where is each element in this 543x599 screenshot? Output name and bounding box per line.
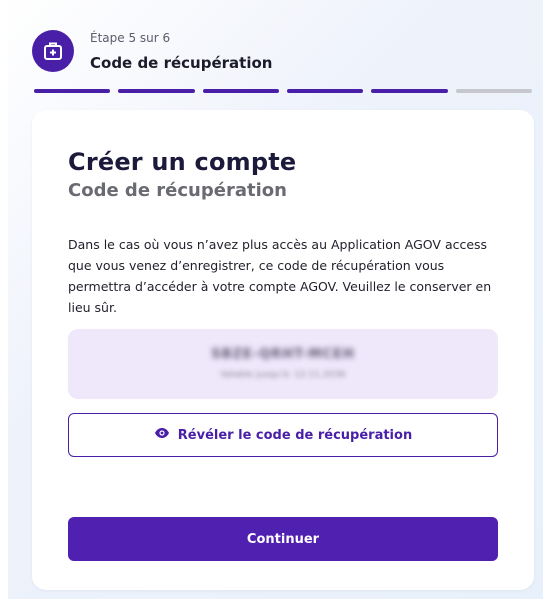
progress-segment <box>118 89 195 93</box>
progress-segment <box>34 89 111 93</box>
medical-kit-icon <box>32 30 74 72</box>
progress-segment <box>202 89 279 93</box>
recovery-code-box: SBZE-QRHT-MCEH Valable jusqu'à: 12.11.20… <box>68 329 498 399</box>
page-subtitle: Code de récupération <box>68 180 287 201</box>
reveal-code-button[interactable]: Révéler le code de récupération <box>68 413 498 457</box>
step-title: Code de récupération <box>90 54 273 72</box>
main-card: Créer un compte Code de récupération Dan… <box>32 110 534 590</box>
left-edge <box>0 0 8 599</box>
continue-button[interactable]: Continuer <box>68 517 498 561</box>
progress-bar <box>34 89 532 93</box>
recovery-code-value: SBZE-QRHT-MCEH <box>211 347 355 362</box>
progress-segment <box>371 89 448 93</box>
reveal-code-label: Révéler le code de récupération <box>177 427 413 443</box>
progress-segment <box>455 89 532 93</box>
progress-segment <box>286 89 364 93</box>
recovery-code-note: Valable jusqu'à: 12.11.2036 <box>220 370 346 380</box>
description-text: Dans le cas où vous n’avez plus accès au… <box>68 237 492 315</box>
step-counter: Étape 5 sur 6 <box>90 31 171 45</box>
step-header: Étape 5 sur 6 Code de récupération <box>28 24 528 84</box>
eye-icon <box>154 427 170 443</box>
page-title: Créer un compte <box>68 148 297 176</box>
